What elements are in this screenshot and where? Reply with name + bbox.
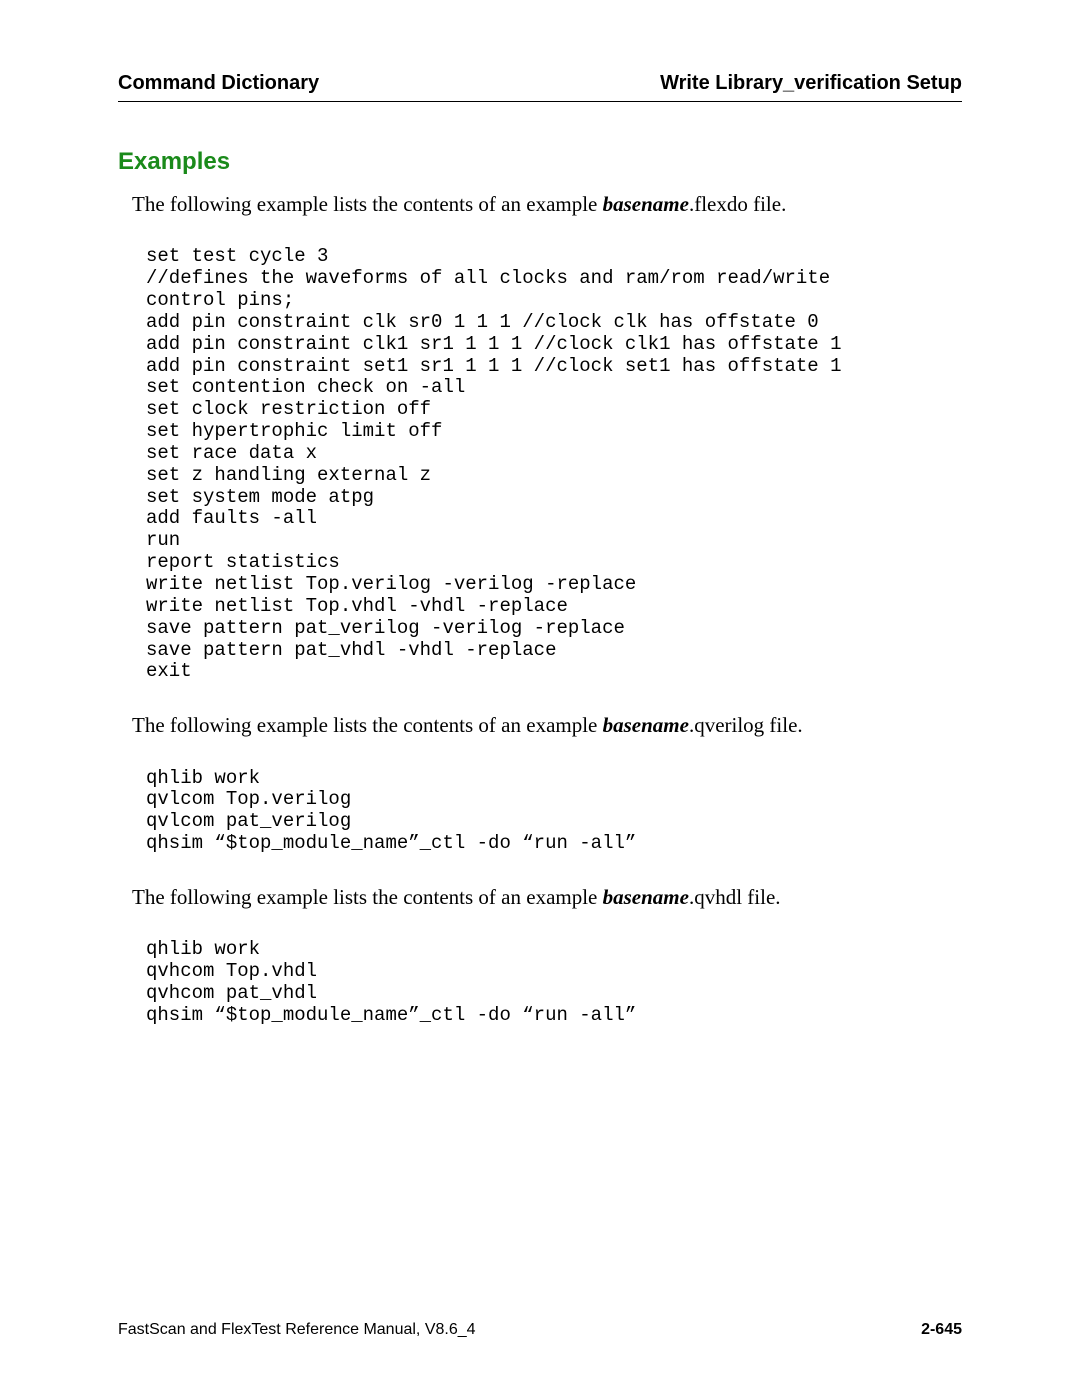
example-intro-2: The following example lists the contents… xyxy=(132,711,962,739)
basename-text: basename xyxy=(603,885,689,909)
example-intro-3: The following example lists the contents… xyxy=(132,883,962,911)
footer-page-number: 2-645 xyxy=(921,1321,962,1339)
intro-text-suffix: .qverilog file. xyxy=(689,713,803,737)
page-header: Command Dictionary Write Library_verific… xyxy=(118,72,962,102)
intro-text: The following example lists the contents… xyxy=(132,885,603,909)
code-block-flexdo: set test cycle 3 //defines the waveforms… xyxy=(146,246,962,683)
footer-manual-title: FastScan and FlexTest Reference Manual, … xyxy=(118,1321,476,1339)
intro-text-suffix: .qvhdl file. xyxy=(689,885,781,909)
header-right: Write Library_verification Setup xyxy=(660,72,962,95)
header-left: Command Dictionary xyxy=(118,72,319,95)
code-block-qvhdl: qhlib work qvhcom Top.vhdl qvhcom pat_vh… xyxy=(146,939,962,1026)
section-heading-examples: Examples xyxy=(118,148,962,176)
intro-text: The following example lists the contents… xyxy=(132,713,603,737)
example-intro-1: The following example lists the contents… xyxy=(132,190,962,218)
intro-text-suffix: .flexdo file. xyxy=(689,192,786,216)
intro-text: The following example lists the contents… xyxy=(132,192,603,216)
basename-text: basename xyxy=(603,713,689,737)
basename-text: basename xyxy=(603,192,689,216)
code-block-qverilog: qhlib work qvlcom Top.verilog qvlcom pat… xyxy=(146,768,962,855)
page: Command Dictionary Write Library_verific… xyxy=(0,0,1080,1397)
page-footer: FastScan and FlexTest Reference Manual, … xyxy=(118,1321,962,1339)
